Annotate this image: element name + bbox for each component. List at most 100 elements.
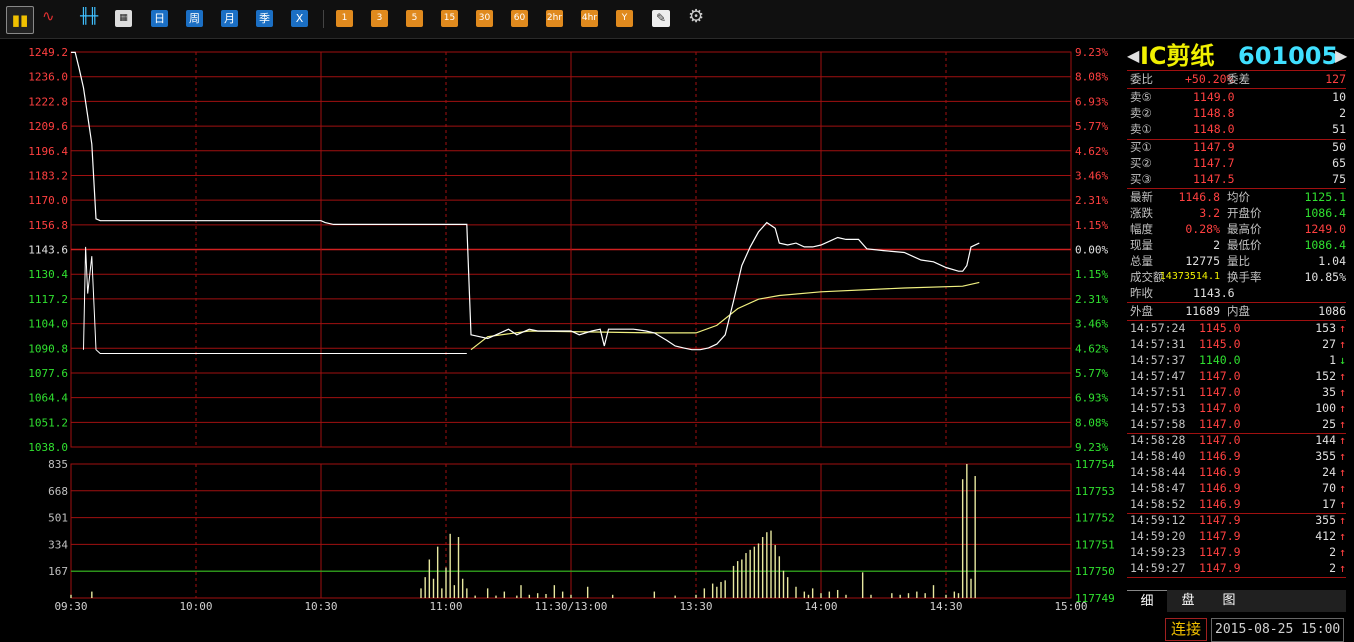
price-tick-label: 1143.6 <box>28 244 68 257</box>
gear-icon[interactable]: ⚙ <box>688 8 704 26</box>
trade-volume: 25 <box>1322 417 1336 431</box>
pencil-icon[interactable]: ✎ <box>652 10 670 27</box>
ask-price: 1148.0 <box>1193 122 1235 136</box>
trade-row: 14:58:44 1146.9 24 ↑ <box>1127 464 1346 480</box>
quote-value: 1125.1 <box>1304 190 1346 204</box>
period-button[interactable]: X <box>291 10 308 27</box>
chart-icon[interactable]: ▮▮ <box>6 6 34 34</box>
trade-direction-icon: ↑ <box>1339 385 1346 399</box>
weicha-value: 127 <box>1325 72 1346 86</box>
quote-value: 10.85% <box>1304 270 1346 284</box>
ask-volume: 51 <box>1332 122 1346 136</box>
period-button[interactable]: Y <box>616 10 633 27</box>
tab-1[interactable]: 盘 <box>1168 590 1208 612</box>
bid-row: 买③ 1147.5 75 <box>1127 171 1346 187</box>
line-chart-icon[interactable]: ∿ <box>42 8 55 25</box>
quote-value: 2 <box>1213 238 1220 252</box>
trade-time: 14:57:53 <box>1130 401 1186 415</box>
price-tick-label: 1104.0 <box>28 318 68 331</box>
trade-price: 1147.0 <box>1199 417 1241 431</box>
trade-price: 1147.9 <box>1199 529 1241 543</box>
period-button[interactable]: 季 <box>256 10 273 27</box>
trade-time: 14:57:31 <box>1130 337 1186 351</box>
divider <box>1127 577 1346 578</box>
outer-label: 外盘 <box>1130 304 1153 318</box>
trade-price: 1147.9 <box>1199 513 1241 527</box>
trade-direction-icon: ↑ <box>1339 561 1346 575</box>
period-button[interactable]: 15 <box>441 10 458 27</box>
period-button[interactable]: 2hr <box>546 10 563 27</box>
stock-code: 601005 <box>1238 42 1339 70</box>
trade-price: 1147.9 <box>1199 545 1241 559</box>
trade-price: 1146.9 <box>1199 481 1241 495</box>
time-axis-label: 10:00 <box>179 600 212 613</box>
time-axis-label: 13:30 <box>679 600 712 613</box>
trade-direction-icon: ↑ <box>1339 545 1346 559</box>
candlestick-icon[interactable]: ╫╫ <box>80 8 98 25</box>
trade-direction-icon: ↑ <box>1339 449 1346 463</box>
quote-row: 涨跌 3.2 开盘价 1086.4 <box>1127 205 1346 221</box>
volume-right-tick-label: 117750 <box>1075 565 1115 578</box>
period-button[interactable]: 4hr <box>581 10 598 27</box>
inner-value: 1086 <box>1318 304 1346 318</box>
trade-row: 14:58:28 1147.0 144 ↑ <box>1127 432 1346 448</box>
connection-status[interactable]: 连接 <box>1165 618 1207 641</box>
trade-volume: 27 <box>1322 337 1336 351</box>
trade-price: 1146.9 <box>1199 449 1241 463</box>
bid-volume: 65 <box>1332 156 1346 170</box>
pct-tick-label: 1.15% <box>1075 219 1108 232</box>
quote-label: 最新 <box>1130 190 1153 204</box>
calendar-icon[interactable]: ▦ <box>115 10 132 27</box>
outer-value: 11689 <box>1185 304 1220 318</box>
trade-row: 14:59:12 1147.9 355 ↑ <box>1127 512 1346 528</box>
volume-tick-label: 668 <box>48 485 68 498</box>
ask-row: 卖⑤ 1149.0 10 <box>1127 89 1346 105</box>
trade-direction-icon: ↑ <box>1339 433 1346 447</box>
trade-volume: 153 <box>1315 321 1336 335</box>
period-button[interactable]: 30 <box>476 10 493 27</box>
trade-time: 14:57:51 <box>1130 385 1186 399</box>
quote-label: 均价 <box>1227 190 1250 204</box>
period-button[interactable]: 周 <box>186 10 203 27</box>
prev-stock-icon[interactable]: ◀ <box>1127 42 1139 70</box>
panel-tabs: 细盘图 <box>1127 590 1346 613</box>
trade-volume: 1 <box>1329 353 1336 367</box>
trade-direction-icon: ↑ <box>1339 529 1346 543</box>
next-stock-icon[interactable]: ▶ <box>1335 42 1347 70</box>
quote-label: 最高价 <box>1227 222 1262 236</box>
tab-0[interactable]: 细 <box>1127 590 1167 613</box>
prev-close-label: 昨收 <box>1130 286 1153 300</box>
bid-label: 买① <box>1130 140 1152 154</box>
volume-tick-label: 501 <box>48 512 68 525</box>
quote-label: 总量 <box>1130 254 1153 268</box>
trade-time: 14:59:27 <box>1130 561 1186 575</box>
trade-row: 14:57:47 1147.0 152 ↑ <box>1127 368 1346 384</box>
trade-row: 14:58:40 1146.9 355 ↑ <box>1127 448 1346 464</box>
trade-row: 14:58:52 1146.9 17 ↑ <box>1127 496 1346 512</box>
trade-price: 1146.9 <box>1199 465 1241 479</box>
divider <box>1127 433 1346 434</box>
trade-time: 14:58:47 <box>1130 481 1186 495</box>
trade-price: 1145.0 <box>1199 337 1241 351</box>
price-line-secondary <box>83 246 467 354</box>
pct-tick-label: 8.08% <box>1075 71 1108 84</box>
period-button[interactable]: 月 <box>221 10 238 27</box>
pct-tick-label: 1.15% <box>1075 268 1108 281</box>
trade-row: 14:57:53 1147.0 100 ↑ <box>1127 400 1346 416</box>
trade-direction-icon: ↑ <box>1339 369 1346 383</box>
period-button[interactable]: 1 <box>336 10 353 27</box>
pct-tick-label: 5.77% <box>1075 367 1108 380</box>
pct-tick-label: 5.77% <box>1075 120 1108 133</box>
period-button[interactable]: 日 <box>151 10 168 27</box>
tab-2[interactable]: 图 <box>1209 590 1249 612</box>
pct-tick-label: 9.23% <box>1075 46 1108 59</box>
quote-value: 1086.4 <box>1304 238 1346 252</box>
volume-tick-label: 334 <box>48 538 68 551</box>
period-button[interactable]: 5 <box>406 10 423 27</box>
price-tick-label: 1183.2 <box>28 169 68 182</box>
price-tick-label: 1130.4 <box>28 268 68 281</box>
period-button[interactable]: 60 <box>511 10 528 27</box>
trade-direction-icon: ↑ <box>1339 481 1346 495</box>
period-button[interactable]: 3 <box>371 10 388 27</box>
trade-volume: 35 <box>1322 385 1336 399</box>
